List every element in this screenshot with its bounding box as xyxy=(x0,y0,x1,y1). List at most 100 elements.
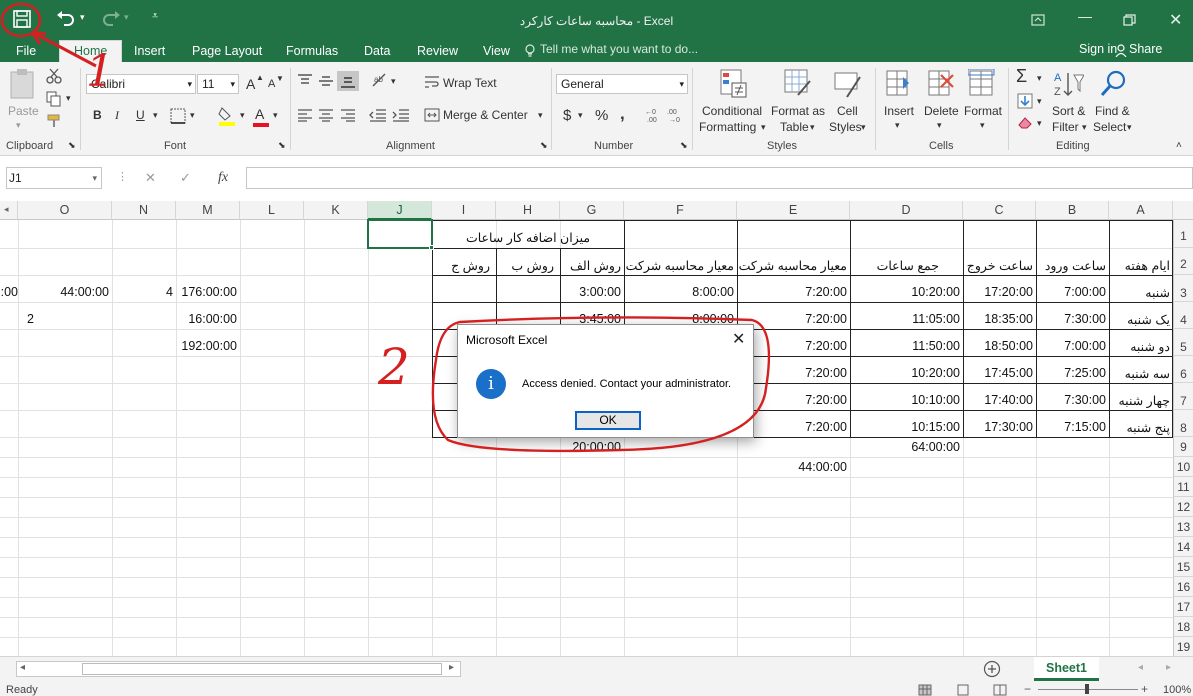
cell-M3[interactable]: 176:00:00 xyxy=(176,285,240,299)
fill-color-icon[interactable] xyxy=(218,106,236,126)
align-middle-icon[interactable] xyxy=(318,74,334,88)
tab-page-layout[interactable]: Page Layout xyxy=(188,42,266,62)
cell-M5[interactable]: 192:00:00 xyxy=(176,339,240,353)
currency-dropdown-icon[interactable]: ▾ xyxy=(578,110,583,121)
format-as-table-icon[interactable] xyxy=(784,69,812,99)
cell-B6[interactable]: 7:25:00 xyxy=(1036,366,1109,380)
conditional-dropdown-icon[interactable]: ▾ xyxy=(761,122,766,133)
row-header-12[interactable]: 12 xyxy=(1173,497,1193,517)
alignment-launcher-icon[interactable]: ⬊ xyxy=(540,140,548,151)
underline-dropdown-icon[interactable]: ▾ xyxy=(153,110,158,121)
format-cells-label[interactable]: Format xyxy=(964,104,1002,118)
format-as-table-label-2[interactable]: Table xyxy=(780,120,809,134)
cell-A2[interactable]: ایام هفته xyxy=(1109,258,1173,273)
column-header-L[interactable]: L xyxy=(240,201,304,220)
clear-icon[interactable] xyxy=(1017,115,1033,129)
cell-D5[interactable]: 11:50:00 xyxy=(850,339,963,353)
close-window-icon[interactable]: ✕ xyxy=(1169,10,1182,30)
cell-C4[interactable]: 18:35:00 xyxy=(963,312,1036,326)
clipboard-launcher-icon[interactable]: ⬊ xyxy=(68,140,76,151)
increase-decimal-icon[interactable]: ←0.00 xyxy=(645,107,663,123)
column-header-F[interactable]: F xyxy=(624,201,737,220)
row-header-9[interactable]: 9 xyxy=(1173,437,1193,457)
decrease-decimal-icon[interactable]: .00→0 xyxy=(667,107,685,123)
cell-A8[interactable]: پنج شنبه xyxy=(1109,420,1173,435)
row-header-11[interactable]: 11 xyxy=(1173,477,1193,497)
font-color-dropdown-icon[interactable]: ▾ xyxy=(273,110,278,121)
tab-file[interactable]: File xyxy=(12,42,40,62)
cell-D4[interactable]: 11:05:00 xyxy=(850,312,963,326)
selected-cell-J1[interactable] xyxy=(367,219,433,249)
column-header-O[interactable]: O xyxy=(18,201,112,220)
row-header-6[interactable]: 6 xyxy=(1173,356,1193,383)
align-center-icon[interactable] xyxy=(318,108,334,122)
find-select-label[interactable]: Find & xyxy=(1095,104,1130,118)
borders-dropdown-icon[interactable]: ▾ xyxy=(190,110,195,121)
cell-A3[interactable]: شنبه xyxy=(1109,285,1173,300)
cell-B3[interactable]: 7:00:00 xyxy=(1036,285,1109,299)
insert-cells-icon[interactable] xyxy=(885,69,913,99)
dialog-close-icon[interactable]: ✕ xyxy=(732,329,745,349)
sheet-nav-prev-icon[interactable]: ◂ xyxy=(1138,662,1143,673)
find-select-icon[interactable] xyxy=(1099,69,1129,99)
align-top-icon[interactable] xyxy=(297,74,313,88)
tab-formulas[interactable]: Formulas xyxy=(282,42,342,62)
shrink-font-button[interactable]: A xyxy=(268,78,275,90)
cell-C5[interactable]: 18:50:00 xyxy=(963,339,1036,353)
cell-F3[interactable]: 8:00:00 xyxy=(624,285,737,299)
page-break-view-icon[interactable] xyxy=(993,684,1007,696)
scroll-left-icon[interactable]: ◂ xyxy=(20,662,25,673)
conditional-formatting-icon[interactable] xyxy=(720,69,748,99)
cell-styles-label-2[interactable]: Styles xyxy=(829,120,862,134)
tell-me-search[interactable]: Tell me what you want to do... xyxy=(540,42,698,56)
cell-D2[interactable]: جمع ساعات xyxy=(850,258,963,273)
merge-center-button[interactable]: Merge & Center xyxy=(443,108,528,122)
row-header-3[interactable]: 3 xyxy=(1173,275,1193,302)
underline-button[interactable]: U xyxy=(136,108,145,122)
cell-styles-dropdown-icon[interactable]: ▾ xyxy=(861,122,866,133)
sort-filter-label[interactable]: Sort & xyxy=(1052,104,1085,118)
row-header-16[interactable]: 16 xyxy=(1173,577,1193,597)
restore-icon[interactable] xyxy=(1123,14,1136,26)
cell-A4[interactable]: یک شنبه xyxy=(1109,312,1173,327)
collapse-ribbon-icon[interactable]: ˄ xyxy=(1176,140,1182,151)
cell-P4[interactable]: 2 xyxy=(0,312,36,326)
row-header-19[interactable]: 19 xyxy=(1173,637,1193,656)
cell-styles-label[interactable]: Cell xyxy=(837,104,858,118)
row-header-17[interactable]: 17 xyxy=(1173,597,1193,617)
cell-E10[interactable]: 44:00:00 xyxy=(737,460,850,474)
column-header-C[interactable]: C xyxy=(963,201,1036,220)
tab-data[interactable]: Data xyxy=(360,42,394,62)
cell-C3[interactable]: 17:20:00 xyxy=(963,285,1036,299)
cell-A5[interactable]: دو شنبه xyxy=(1109,339,1173,354)
row-header-14[interactable]: 14 xyxy=(1173,537,1193,557)
insert-function-button[interactable]: fx xyxy=(218,170,228,186)
paste-label[interactable]: Paste xyxy=(8,104,39,118)
format-cells-dropdown-icon[interactable]: ▾ xyxy=(980,120,985,131)
column-header-E[interactable]: E xyxy=(737,201,850,220)
tab-insert[interactable]: Insert xyxy=(130,42,169,62)
column-header-A[interactable]: A xyxy=(1109,201,1173,220)
cell-O3[interactable]: 44:00:00 xyxy=(18,285,112,299)
row-header-10[interactable]: 10 xyxy=(1173,457,1193,477)
sort-filter-label-2[interactable]: Filter xyxy=(1052,120,1079,134)
zoom-out-icon[interactable]: − xyxy=(1024,682,1031,696)
row-header-15[interactable]: 15 xyxy=(1173,557,1193,577)
cell-G9[interactable]: 20:00:00 xyxy=(560,440,624,454)
currency-button[interactable]: $ xyxy=(563,107,571,124)
comma-button[interactable]: , xyxy=(620,104,625,124)
cell-B7[interactable]: 7:30:00 xyxy=(1036,393,1109,407)
merge-dropdown-icon[interactable]: ▾ xyxy=(538,110,543,121)
ribbon-display-options-icon[interactable] xyxy=(1031,14,1045,26)
increase-indent-icon[interactable] xyxy=(392,108,410,122)
italic-button[interactable]: I xyxy=(115,108,119,123)
cell-E3[interactable]: 7:20:00 xyxy=(737,285,850,299)
row-header-7[interactable]: 7 xyxy=(1173,383,1193,410)
clear-dropdown-icon[interactable]: ▾ xyxy=(1037,118,1042,129)
zoom-in-icon[interactable]: + xyxy=(1141,682,1148,696)
align-right-icon[interactable] xyxy=(340,108,356,122)
cancel-icon[interactable]: ✕ xyxy=(145,170,156,186)
find-select-label-2[interactable]: Select xyxy=(1093,120,1126,134)
enter-icon[interactable]: ✓ xyxy=(180,170,191,186)
column-header-G[interactable]: G xyxy=(560,201,624,220)
